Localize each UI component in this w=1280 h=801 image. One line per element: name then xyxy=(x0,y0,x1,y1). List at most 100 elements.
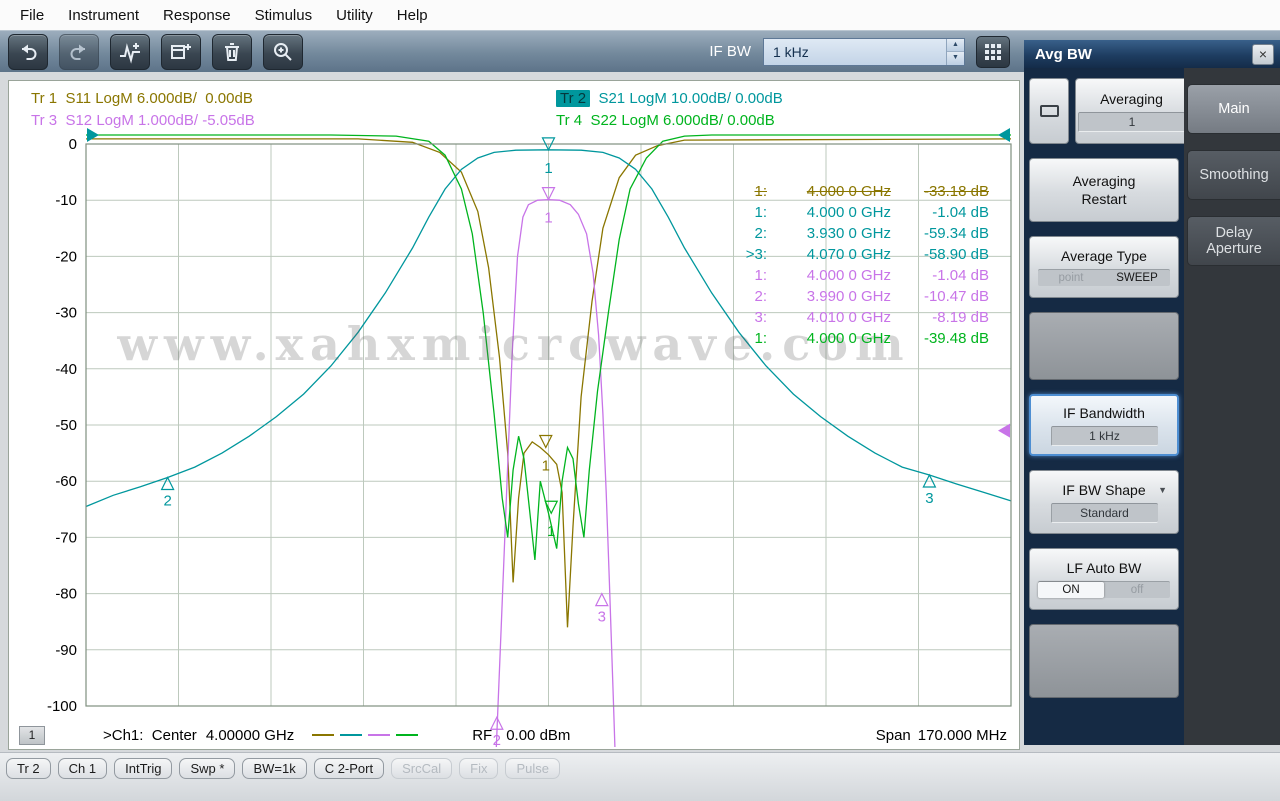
stimulus-bar: 1 >Ch1: Center 4.00000 GHz RF 0.00 dBm S… xyxy=(9,724,1019,746)
rf-label: RF xyxy=(472,727,492,744)
redo-button xyxy=(59,34,99,70)
status-bar: Tr 2Ch 1IntTrigSwp *BW=1kC 2-PortSrcCalF… xyxy=(0,753,1280,779)
marker-readout-row: >3:4.070 0 GHz-58.90 dB xyxy=(727,244,989,265)
trace-color-key xyxy=(312,734,334,736)
svg-text:1: 1 xyxy=(547,523,555,540)
panel-body: Averaging 1 Averaging Restart Average Ty… xyxy=(1024,68,1280,745)
trace-legend-tr2[interactable]: Tr 2 S21 LogM 10.00dB/ 0.00dB xyxy=(556,90,783,107)
tab-smoothing[interactable]: Smoothing xyxy=(1187,150,1280,200)
trace-legend-tr3[interactable]: Tr 3 S12 LogM 1.000dB/ -5.05dB xyxy=(31,112,556,129)
menu-item-stimulus[interactable]: Stimulus xyxy=(243,3,325,28)
status-item-fix: Fix xyxy=(459,758,498,779)
spinner-down-icon[interactable]: ▼ xyxy=(947,52,964,65)
menu-item-instrument[interactable]: Instrument xyxy=(56,3,151,28)
spinner-up-icon[interactable]: ▲ xyxy=(947,39,964,53)
lf-auto-bw-label: LF Auto BW xyxy=(1067,560,1142,576)
if-bw-shape-label: IF BW Shape xyxy=(1062,482,1145,498)
close-icon[interactable]: × xyxy=(1252,44,1274,65)
status-item-tr-2[interactable]: Tr 2 xyxy=(6,758,51,779)
menu-item-utility[interactable]: Utility xyxy=(324,3,385,28)
trash-icon xyxy=(220,40,244,64)
marker-readout-row: 3:4.010 0 GHz-8.19 dB xyxy=(727,307,989,328)
segment-option-sweep[interactable]: SWEEP xyxy=(1104,270,1170,286)
trace-legend: Tr 1 S11 LogM 6.000dB/ 0.00dBTr 2 S21 Lo… xyxy=(9,87,1019,131)
marker-readout-row: 1:4.000 0 GHz-1.04 dB xyxy=(727,265,989,286)
trace-legend-tr4[interactable]: Tr 4 S22 LogM 6.000dB/ 0.00dB xyxy=(556,112,775,129)
rf-value: 0.00 dBm xyxy=(506,727,570,744)
menu-item-response[interactable]: Response xyxy=(151,3,243,28)
averaging-restart-label: Averaging Restart xyxy=(1052,172,1156,208)
delete-trace-button[interactable] xyxy=(212,34,252,70)
center-value: 4.00000 GHz xyxy=(206,727,294,744)
marker-readout-row: 2:3.990 0 GHz-10.47 dB xyxy=(727,286,989,307)
undo-button[interactable] xyxy=(8,34,48,70)
averaging-restart-button[interactable]: Averaging Restart xyxy=(1029,158,1179,222)
span-value: 170.000 MHz xyxy=(918,727,1007,744)
keypad-button[interactable] xyxy=(976,36,1010,68)
chart-area: Tr 1 S11 LogM 6.000dB/ 0.00dBTr 2 S21 Lo… xyxy=(8,80,1020,750)
svg-text:-10: -10 xyxy=(55,192,77,209)
chevron-down-icon: ▼ xyxy=(1158,485,1167,495)
svg-text:-50: -50 xyxy=(55,417,77,434)
ifbw-label: IF BW xyxy=(709,43,751,60)
svg-text:-80: -80 xyxy=(55,586,77,603)
ifbw-value[interactable]: 1 kHz xyxy=(764,39,946,65)
averaging-label: Averaging xyxy=(1100,91,1163,107)
ifbw-field[interactable]: 1 kHz ▲ ▼ xyxy=(763,38,965,66)
status-item-bw-1k[interactable]: BW=1k xyxy=(242,758,306,779)
svg-text:-100: -100 xyxy=(47,698,77,715)
if-bandwidth-value: 1 kHz xyxy=(1051,426,1158,446)
svg-text:1: 1 xyxy=(544,160,552,177)
segment-option-point[interactable]: point xyxy=(1038,270,1104,286)
add-trace-button[interactable] xyxy=(110,34,150,70)
svg-text:-70: -70 xyxy=(55,529,77,546)
status-item-inttrig[interactable]: IntTrig xyxy=(114,758,172,779)
average-type-label: Average Type xyxy=(1061,248,1147,264)
marker-readout-row: 1:4.000 0 GHz-1.04 dB xyxy=(727,202,989,223)
svg-text:3: 3 xyxy=(598,609,606,626)
status-item-c-2-port[interactable]: C 2-Port xyxy=(314,758,384,779)
svg-text:1: 1 xyxy=(544,210,552,227)
svg-text:-60: -60 xyxy=(55,473,77,490)
if-bw-shape-value: Standard xyxy=(1051,503,1158,523)
menu-bar: FileInstrumentResponseStimulusUtilityHel… xyxy=(0,0,1280,30)
trace-color-key xyxy=(396,734,418,736)
svg-text:-20: -20 xyxy=(55,248,77,265)
add-trace-icon xyxy=(118,40,142,64)
add-channel-icon xyxy=(169,40,193,64)
segment-option-off[interactable]: off xyxy=(1104,582,1170,598)
ifbw-spinner: ▲ ▼ xyxy=(946,39,964,65)
menu-item-help[interactable]: Help xyxy=(385,3,440,28)
status-item-ch-1[interactable]: Ch 1 xyxy=(58,758,107,779)
keypad-icon xyxy=(983,42,1003,62)
average-type-button[interactable]: Average Type pointSWEEP xyxy=(1029,236,1179,298)
if-bw-shape-button[interactable]: IF BW Shape ▼ Standard xyxy=(1029,470,1179,534)
panel-button-column: Averaging 1 Averaging Restart Average Ty… xyxy=(1024,68,1184,745)
averaging-value: 1 xyxy=(1078,112,1185,132)
svg-text:0: 0 xyxy=(69,136,77,153)
marker-readout-row: 1:4.000 0 GHz-33.18 dB xyxy=(727,181,989,202)
panel-header: Avg BW × xyxy=(1024,40,1280,68)
segment-option-on[interactable]: ON xyxy=(1038,582,1104,598)
tab-main[interactable]: Main xyxy=(1187,84,1280,134)
svg-text:1: 1 xyxy=(542,457,550,474)
trace-color-key xyxy=(340,734,362,736)
panel-tabs: Main Smoothing Delay Aperture xyxy=(1184,68,1280,745)
tab-delay-aperture[interactable]: Delay Aperture xyxy=(1187,216,1280,266)
menu-item-file[interactable]: File xyxy=(8,3,56,28)
add-channel-button[interactable] xyxy=(161,34,201,70)
toggle-indicator-icon xyxy=(1040,105,1059,117)
averaging-toggle-button[interactable] xyxy=(1029,78,1069,144)
lf-auto-bw-button[interactable]: LF Auto BW ONoff xyxy=(1029,548,1179,610)
status-item-swp-[interactable]: Swp * xyxy=(179,758,235,779)
if-bandwidth-label: IF Bandwidth xyxy=(1063,405,1145,421)
svg-text:3: 3 xyxy=(925,490,933,507)
channel-indicator[interactable]: 1 xyxy=(19,726,45,745)
svg-text:-90: -90 xyxy=(55,642,77,659)
redo-icon xyxy=(67,40,91,64)
trace-legend-tr1[interactable]: Tr 1 S11 LogM 6.000dB/ 0.00dB xyxy=(31,90,556,107)
zoom-button[interactable] xyxy=(263,34,303,70)
lf-auto-bw-segment: ONoff xyxy=(1038,581,1170,598)
averaging-button[interactable]: Averaging 1 xyxy=(1075,78,1188,144)
if-bandwidth-button[interactable]: IF Bandwidth 1 kHz xyxy=(1029,394,1179,456)
